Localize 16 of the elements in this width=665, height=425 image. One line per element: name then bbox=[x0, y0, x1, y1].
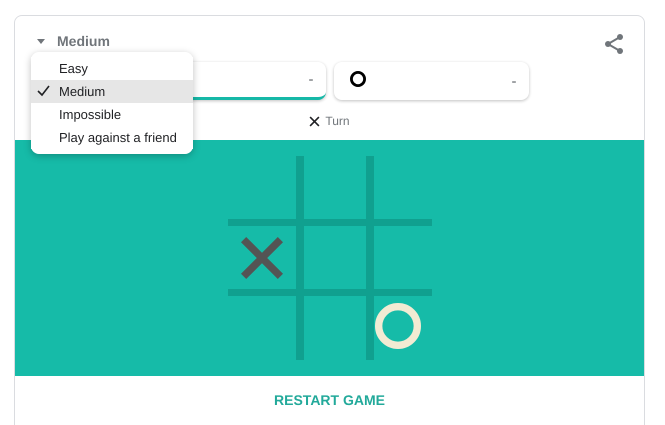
menu-item[interactable]: Play against a friend bbox=[31, 126, 193, 149]
menu-item[interactable]: Easy bbox=[31, 57, 193, 80]
caret-icon bbox=[37, 38, 45, 44]
player-score: - bbox=[512, 72, 516, 90]
menu-item[interactable]: Medium bbox=[31, 80, 193, 103]
cross-icon bbox=[309, 116, 320, 126]
ring-icon bbox=[350, 70, 366, 86]
turn-label: Turn bbox=[325, 114, 350, 128]
player-score: - bbox=[308, 71, 314, 88]
check-icon bbox=[37, 85, 50, 97]
menu-item[interactable]: Impossible bbox=[31, 103, 193, 126]
ring-icon bbox=[374, 303, 420, 349]
share-icon[interactable] bbox=[604, 33, 624, 55]
difficulty-dropdown[interactable]: Medium bbox=[37, 33, 110, 49]
cross-icon bbox=[238, 235, 284, 281]
player-card[interactable]: - bbox=[334, 62, 528, 100]
